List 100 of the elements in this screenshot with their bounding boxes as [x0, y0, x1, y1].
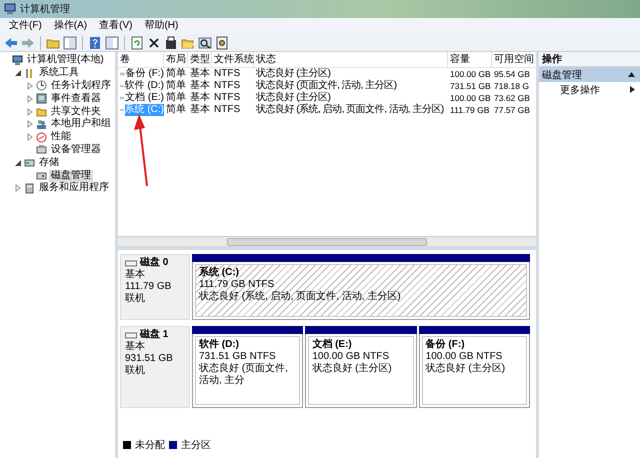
collapse-arrow-icon[interactable]: [14, 158, 22, 167]
menu-item[interactable]: 查看(V): [94, 19, 138, 33]
device-icon: [36, 144, 47, 156]
disk-type: 基本: [125, 341, 146, 353]
expand-arrow-icon[interactable]: [26, 94, 34, 103]
window-title: 计算机管理: [20, 2, 70, 16]
computer-icon: [12, 54, 23, 66]
table-cell-text: 状态良好 (主分区): [256, 68, 330, 80]
expand-arrow-icon[interactable]: [26, 82, 34, 90]
server-icon: [24, 182, 35, 194]
disk-status: 联机: [125, 293, 146, 305]
table-cell: 状态良好 (系统, 启动, 页面文件, 活动, 主分区): [256, 104, 444, 116]
tree-item[interactable]: 性能: [49, 131, 73, 144]
table-cell: 95.54 GB: [494, 68, 530, 80]
table-cell: 73.62 GB: [494, 92, 530, 104]
table-cell: 100.00 GB: [450, 92, 491, 104]
table-cell: 731.51 GB: [450, 80, 491, 92]
disk-name: 磁盘 0: [140, 257, 168, 268]
tree-item[interactable]: 存储: [37, 156, 61, 169]
disk-name: 磁盘 1: [140, 329, 168, 340]
table-cell-text: 状态良好 (主分区): [256, 92, 330, 104]
table-cell: 718.18 G: [494, 80, 529, 92]
partition-status: 状态良好 (页面文件, 活动, 主分: [199, 363, 289, 387]
table-cell-text: 简单: [166, 68, 186, 80]
tree-item[interactable]: 事件查看器: [49, 92, 103, 105]
actions-header: 操作: [539, 52, 640, 67]
table-cell-text: 基本: [190, 80, 210, 92]
clock-icon: [36, 80, 47, 92]
menu-item[interactable]: 帮助(H): [139, 19, 184, 33]
volume-name[interactable]: 文档 (E:): [125, 92, 164, 104]
partition-status: 状态良好 (系统, 启动, 页面文件, 活动, 主分区): [199, 291, 402, 303]
disk-drive-icon: [125, 260, 137, 266]
disk-type: 基本: [125, 269, 146, 281]
refresh-icon[interactable]: [130, 36, 144, 50]
users-icon: [36, 118, 47, 130]
back-arrow-icon[interactable]: [4, 36, 18, 50]
disk-drive-icon: [125, 332, 137, 338]
column-header[interactable]: 文件系统: [212, 52, 254, 67]
table-cell-text: 简单: [166, 92, 186, 104]
computer-icon: [4, 3, 16, 15]
expand-arrow-icon[interactable]: [26, 133, 34, 142]
pane-icon[interactable]: [63, 36, 77, 50]
legend-label: 主分区: [181, 438, 211, 452]
partition-title: 备份 (F:): [426, 339, 466, 351]
partition-title: 软件 (D:): [199, 339, 240, 351]
magnifier-icon[interactable]: [198, 36, 212, 50]
partition-size: 731.51 GB NTFS: [199, 351, 277, 362]
tree-item[interactable]: 计算机管理(本地): [25, 54, 106, 66]
partition-status: 状态良好 (主分区): [426, 363, 506, 375]
table-cell-text: 基本: [190, 68, 210, 80]
table-cell-text: 基本: [190, 92, 210, 104]
column-header[interactable]: 布局: [164, 52, 188, 67]
pane-icon[interactable]: [105, 36, 119, 50]
tree-item[interactable]: 系统工具: [37, 67, 81, 80]
partition-title: 系统 (C:): [199, 267, 240, 279]
tree-item[interactable]: 任务计划程序: [49, 80, 113, 92]
disk-status: 联机: [125, 365, 146, 377]
collapse-arrow-icon[interactable]: [14, 69, 22, 78]
volume-name[interactable]: 备份 (F:): [126, 68, 164, 80]
settings-icon[interactable]: [215, 36, 229, 50]
scrollbar[interactable]: [118, 236, 536, 246]
help-icon[interactable]: [88, 36, 102, 50]
column-header[interactable]: 状态: [254, 52, 448, 67]
expand-arrow-icon[interactable]: [26, 120, 34, 128]
storage-icon: [24, 157, 35, 168]
column-header[interactable]: 类型: [188, 52, 212, 67]
section-title: 磁盘管理: [542, 68, 582, 82]
disk-size: 931.51 GB: [125, 353, 174, 364]
column-header[interactable]: 容量: [448, 52, 492, 67]
action-link[interactable]: 更多操作: [560, 82, 600, 96]
delete-icon[interactable]: [147, 36, 161, 50]
tree-item[interactable]: 服务和应用程序: [37, 182, 111, 194]
expand-arrow-icon[interactable]: [26, 108, 34, 116]
expand-arrow-icon[interactable]: [14, 184, 22, 192]
menu-item[interactable]: 操作(A): [48, 19, 92, 33]
tree-item[interactable]: 磁盘管理: [49, 170, 93, 182]
partition-size: 111.79 GB NTFS: [199, 279, 276, 290]
table-cell: 111.79 GB: [450, 104, 490, 116]
column-header[interactable]: 卷: [118, 52, 164, 67]
tree-item[interactable]: 设备管理器: [49, 144, 103, 156]
table-cell: NTFS: [214, 104, 240, 116]
menu-item[interactable]: 文件(F): [4, 19, 47, 33]
legend-label: 未分配: [135, 438, 165, 452]
actions-section[interactable]: 磁盘管理: [539, 67, 640, 82]
disk-size: 111.79 GB: [125, 281, 172, 292]
table-cell: NTFS: [214, 68, 240, 80]
table-cell-text: 状态良好 (页面文件, 活动, 主分区): [256, 80, 397, 91]
partition-title: 文档 (E:): [312, 339, 353, 351]
table-cell: 基本: [190, 104, 210, 116]
table-cell: 100.00 GB: [450, 68, 491, 80]
table-cell: 77.57 GB: [494, 104, 530, 116]
partition-status: 状态良好 (主分区): [312, 363, 393, 375]
table-cell: NTFS: [214, 92, 240, 104]
tree-item[interactable]: 本地用户和组: [49, 118, 113, 130]
submenu-arrow-icon: [630, 86, 635, 93]
tree-item[interactable]: 共享文件夹: [49, 106, 103, 118]
collapse-caret-icon[interactable]: [628, 72, 635, 77]
table-cell: NTFS: [214, 80, 240, 92]
volume-name[interactable]: 软件 (D:): [124, 80, 164, 92]
table-cell: 简单: [166, 104, 186, 116]
